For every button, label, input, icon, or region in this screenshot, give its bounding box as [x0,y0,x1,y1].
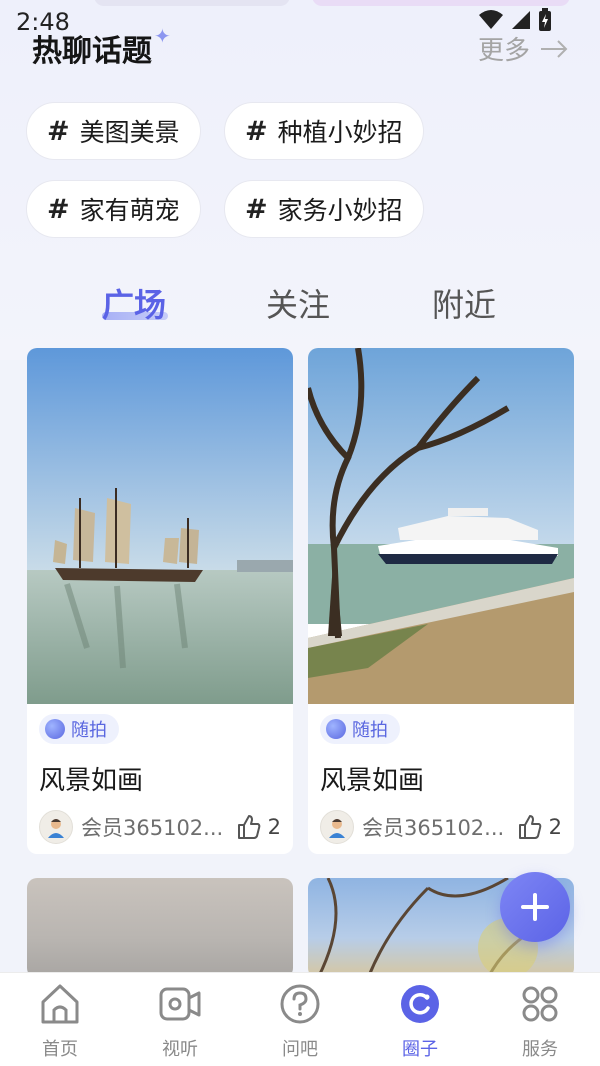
nav-video-label: 视听 [162,1039,198,1060]
video-icon [159,987,201,1021]
post-author[interactable]: 会员365102... [39,810,223,844]
nav-circle-label: 圈子 [402,1039,438,1060]
bottom-nav: 首页 视听 问吧 圈子 服务 [0,972,600,1066]
nav-home-label: 首页 [42,1039,78,1060]
signal-icon [512,11,530,29]
post-tag-label: 随拍 [352,720,388,741]
tab-following[interactable]: 关注 [266,280,330,326]
like-count: 2 [267,815,281,839]
avatar [320,810,354,844]
post-author-name: 会员365102... [362,816,505,840]
home-icon [41,984,79,1024]
nav-home[interactable]: 首页 [0,981,120,1061]
nav-video[interactable]: 视听 [120,981,240,1061]
topic-chip-label: 家务小妙招 [277,196,403,225]
battery-icon [539,8,551,31]
topic-chip-label: 种植小妙招 [277,118,403,147]
plus-icon [521,893,549,921]
status-icons [478,8,552,32]
circle-icon [401,985,439,1023]
post-tag[interactable]: 随拍 [320,714,400,744]
thumbs-up-icon [237,815,260,839]
post-card[interactable]: 随拍 风景如画 会员365102... 2 [27,348,293,854]
post-title: 风景如画 [320,766,425,796]
post-author-name: 会员365102... [81,816,224,840]
nav-services[interactable]: 服务 [480,981,600,1061]
post-card[interactable]: 随拍 风景如画 会员365102... 2 [308,348,574,854]
post-image-yacht-tree [308,348,574,704]
like-count: 2 [548,815,562,839]
topic-chip-scenery[interactable]: # 美图美景 [26,102,201,160]
hashtag-icon: # [245,115,268,147]
tab-nearby[interactable]: 附近 [432,280,496,326]
question-icon [280,984,320,1024]
nav-circle[interactable]: 圈子 [360,981,480,1061]
snapshot-icon [326,719,346,739]
hashtag-icon: # [47,193,70,225]
services-icon [522,986,558,1022]
post-card[interactable] [27,878,293,978]
user-avatar-icon [48,819,64,838]
post-tag-label: 随拍 [71,720,107,741]
post-image-junk-boat [27,348,293,704]
like-button[interactable]: 2 [517,814,562,840]
like-button[interactable]: 2 [236,814,281,840]
nav-ask[interactable]: 问吧 [240,981,360,1061]
post-tag[interactable]: 随拍 [39,714,119,744]
wifi-icon [479,10,503,29]
nav-services-label: 服务 [522,1039,558,1060]
thumbs-up-icon [518,815,541,839]
topic-chip-housework[interactable]: # 家务小妙招 [224,180,424,238]
status-bar: 2:48 [0,0,600,46]
topic-chip-label: 美图美景 [79,118,180,147]
hashtag-icon: # [47,115,70,147]
status-time: 2:48 [16,8,70,36]
topic-chip-planting[interactable]: # 种植小妙招 [224,102,424,160]
hashtag-icon: # [245,193,268,225]
tab-square[interactable]: 广场 [102,280,166,326]
avatar [39,810,73,844]
topic-chip-pets[interactable]: # 家有萌宠 [26,180,201,238]
user-avatar-icon [329,819,345,838]
topic-chip-label: 家有萌宠 [79,196,180,225]
snapshot-icon [45,719,65,739]
nav-ask-label: 问吧 [282,1039,318,1060]
create-post-button[interactable] [500,872,570,942]
post-image-hazy-lake [27,878,293,978]
post-title: 风景如画 [39,766,144,796]
post-author[interactable]: 会员365102... [320,810,504,844]
